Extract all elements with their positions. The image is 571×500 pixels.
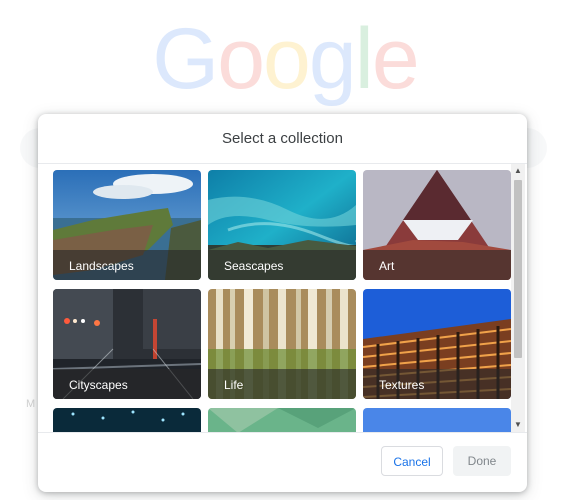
collection-tile-9[interactable] xyxy=(363,408,511,432)
collection-label: Textures xyxy=(379,378,425,392)
scroll-up-arrow-icon[interactable]: ▲ xyxy=(511,164,525,178)
scrollbar[interactable]: ▲ ▼ xyxy=(511,164,525,432)
collection-tile-life[interactable]: Life xyxy=(208,289,356,399)
collection-thumbnail xyxy=(363,408,511,432)
collection-tile-7[interactable] xyxy=(53,408,201,432)
collection-label: Life xyxy=(224,378,244,392)
collection-tile-landscapes[interactable]: Landscapes xyxy=(53,170,201,280)
collection-label: Cityscapes xyxy=(69,378,128,392)
collection-label: Landscapes xyxy=(69,259,134,273)
scrollbar-thumb[interactable] xyxy=(514,180,522,358)
collection-thumbnail xyxy=(53,408,201,432)
done-button[interactable]: Done xyxy=(453,446,511,476)
scroll-down-arrow-icon[interactable]: ▼ xyxy=(511,418,525,432)
collection-label: Seascapes xyxy=(224,259,284,273)
cancel-button[interactable]: Cancel xyxy=(381,446,443,476)
divider xyxy=(38,432,527,433)
collection-tile-8[interactable] xyxy=(208,408,356,432)
collection-tile-textures[interactable]: Textures xyxy=(363,289,511,399)
dialog-title: Select a collection xyxy=(222,130,343,147)
collection-thumbnail xyxy=(208,408,356,432)
collection-grid: Landscapes Seascapes Art Cityscapes Life… xyxy=(38,164,511,432)
collection-dialog: Select a collection Landscapes Seascapes… xyxy=(38,114,527,492)
collection-tile-art[interactable]: Art xyxy=(363,170,511,280)
collection-label: Art xyxy=(379,259,395,273)
collection-tile-cityscapes[interactable]: Cityscapes xyxy=(53,289,201,399)
collection-tile-seascapes[interactable]: Seascapes xyxy=(208,170,356,280)
